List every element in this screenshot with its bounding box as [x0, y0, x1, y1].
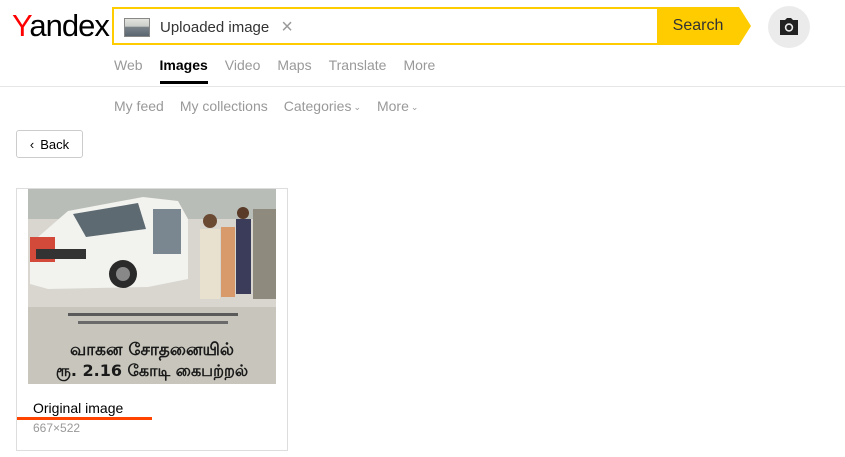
- image-dimensions: 667×522: [33, 421, 81, 435]
- chip-label: Uploaded image: [160, 18, 270, 36]
- uploaded-image-chip[interactable]: Uploaded image ×: [124, 17, 293, 37]
- result-caption[interactable]: Original image: [33, 400, 123, 416]
- caption-underline: [17, 417, 152, 420]
- original-image-photo[interactable]: வாகன சோதனையில் ரூ. 2.16 கோடி கைபற்றல்: [28, 189, 276, 384]
- tab-maps[interactable]: Maps: [277, 57, 311, 87]
- headline-line-2: ரூ. 2.16 கோடி கைபற்றல்: [56, 361, 248, 381]
- yandex-logo[interactable]: Yandex: [12, 6, 110, 46]
- categories-label: Categories: [283, 98, 352, 114]
- more-dropdown[interactable]: More ⌄: [377, 98, 418, 115]
- my-feed-link[interactable]: My feed: [114, 98, 164, 115]
- camera-icon[interactable]: [768, 6, 810, 48]
- back-button[interactable]: ‹ Back: [16, 130, 83, 158]
- search-input[interactable]: Uploaded image ×: [112, 7, 657, 45]
- search-button[interactable]: Search: [657, 7, 751, 45]
- tab-images[interactable]: Images: [159, 57, 209, 87]
- more-label: More: [376, 98, 409, 114]
- tab-translate[interactable]: Translate: [329, 57, 387, 87]
- tab-more[interactable]: More: [403, 57, 435, 87]
- logo-text: andex: [29, 8, 109, 43]
- categories-dropdown[interactable]: Categories ⌄: [284, 98, 361, 115]
- tab-video[interactable]: Video: [225, 57, 261, 87]
- uploaded-image-thumbnail: [124, 17, 150, 37]
- service-tabs: Web Images Video Maps Translate More: [114, 57, 452, 87]
- tab-web[interactable]: Web: [114, 57, 143, 87]
- chevron-down-icon: ⌄: [353, 102, 361, 112]
- back-label: Back: [40, 136, 70, 152]
- logo-letter-y: Y: [12, 8, 30, 43]
- original-image-card[interactable]: வாகன சோதனையில் ரூ. 2.16 கோடி கைபற்றல் Or…: [16, 188, 288, 451]
- images-subnav: My feed My collections Categories ⌄ More ⌄: [114, 98, 434, 115]
- divider: [0, 86, 845, 87]
- chevron-down-icon: ⌄: [410, 102, 419, 112]
- close-icon[interactable]: ×: [281, 17, 293, 37]
- my-collections-link[interactable]: My collections: [180, 98, 268, 115]
- headline-line-1: வாகன சோதனையில்: [70, 340, 234, 360]
- search-button-label: Search: [672, 17, 724, 34]
- chevron-left-icon: ‹: [29, 136, 35, 152]
